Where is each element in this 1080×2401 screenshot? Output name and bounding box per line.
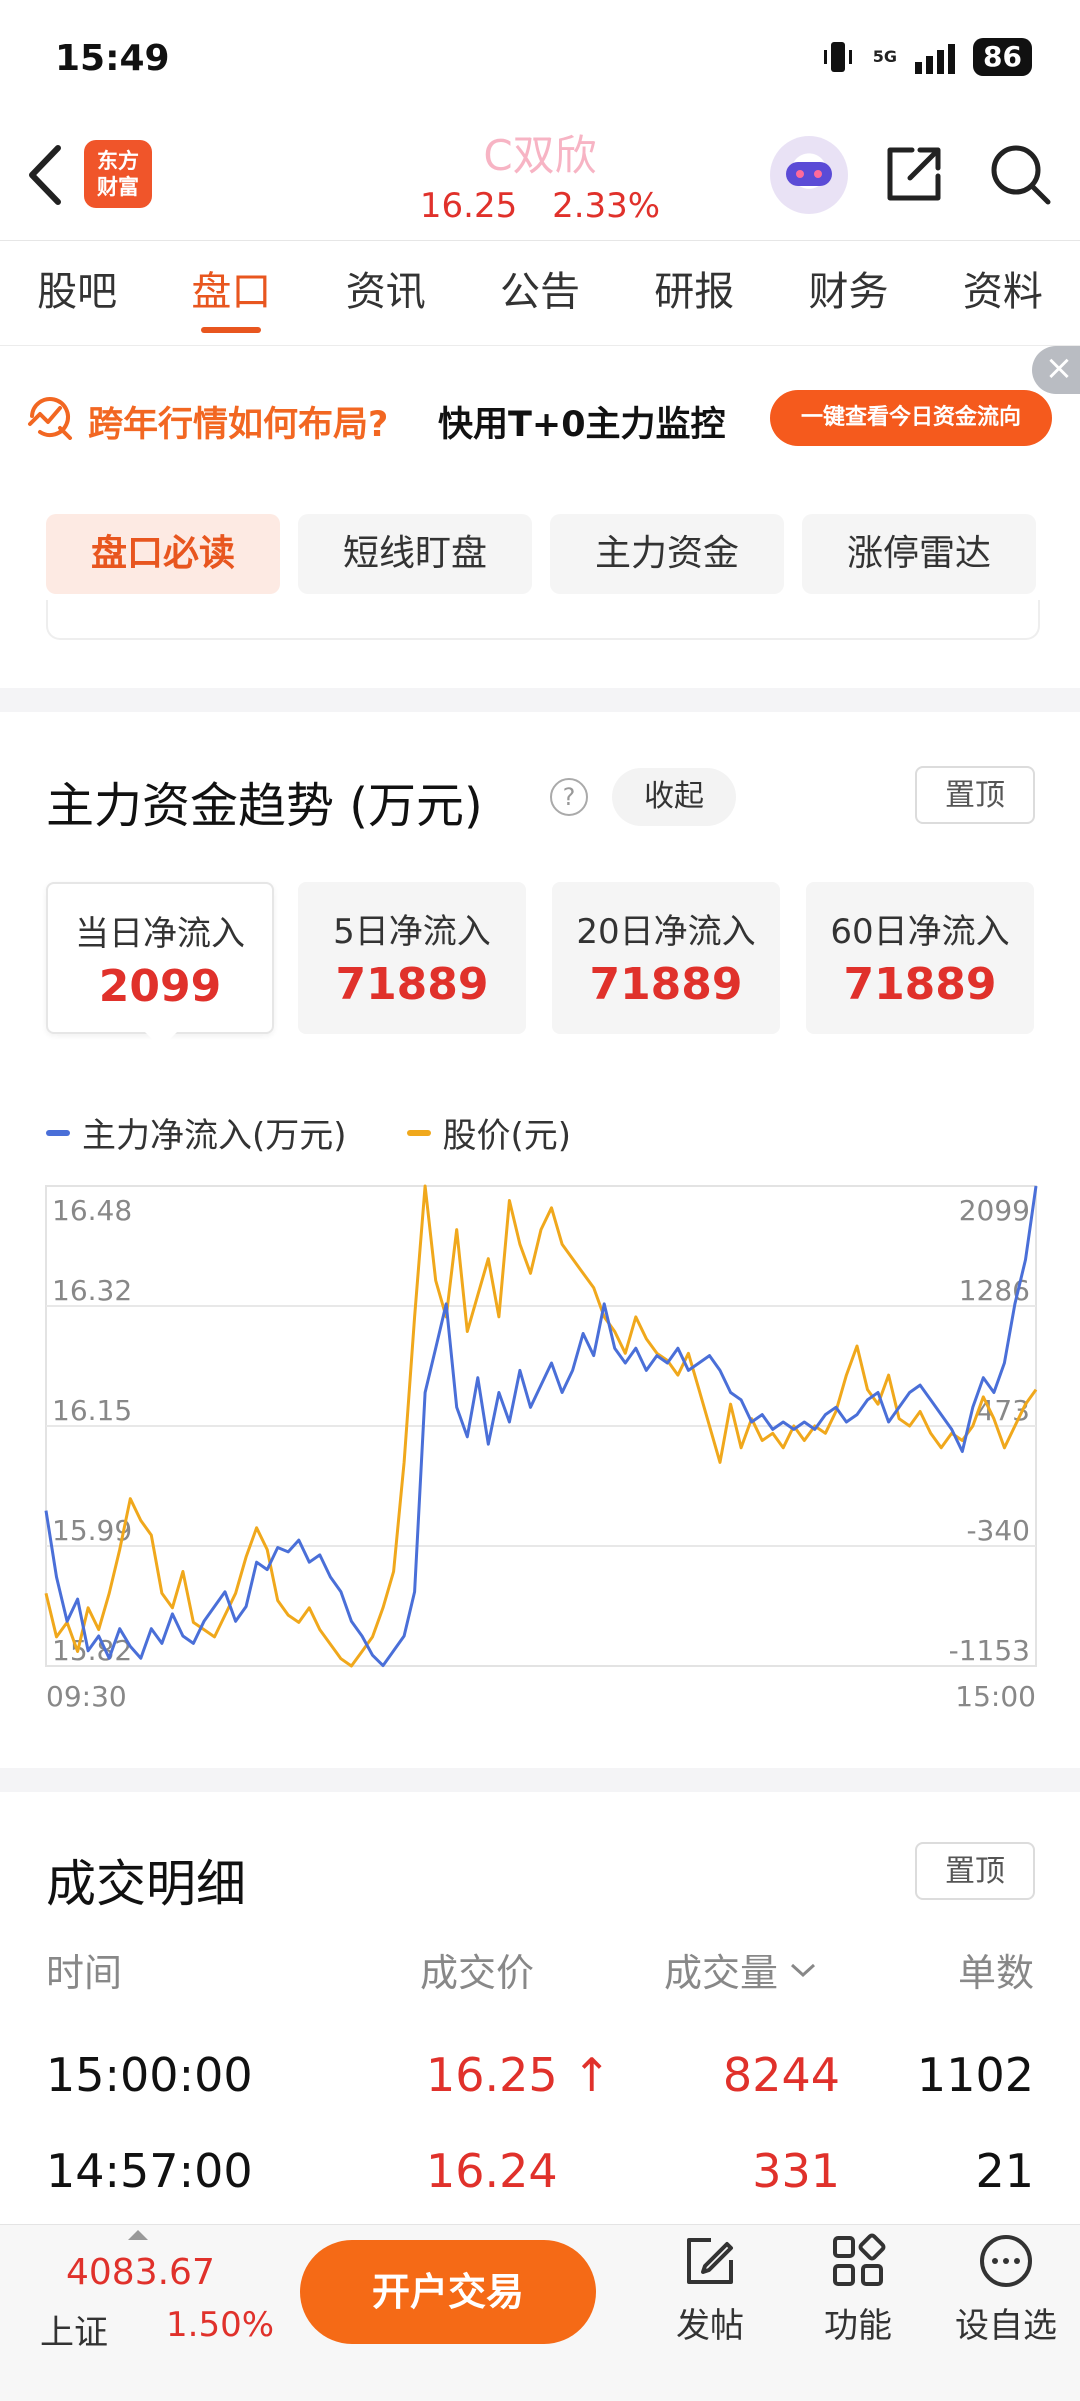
- legend-flow-swatch: [46, 1129, 70, 1136]
- stock-price: 16.25: [419, 186, 518, 226]
- grid-icon: [833, 2233, 886, 2286]
- functions-button[interactable]: 功能: [798, 2232, 918, 2347]
- subtab-must-read[interactable]: 盘口必读: [46, 514, 280, 594]
- tab-announcements[interactable]: 公告: [463, 240, 617, 345]
- add-watchlist-label: 设自选: [955, 2306, 1057, 2346]
- flow-card-value: 71889: [335, 959, 489, 1010]
- tab-bar: 股吧 盘口 资讯 公告 研报 财务 资料: [0, 240, 1080, 345]
- trade-count: 21: [975, 2144, 1034, 2198]
- trade-count: 1102: [916, 2048, 1034, 2102]
- flow-card-value: 2099: [98, 961, 222, 1012]
- tab-guba[interactable]: 股吧: [0, 240, 154, 345]
- x-axis-start: 09:30: [46, 1680, 127, 1710]
- trend-chart-icon: [28, 397, 72, 440]
- index-change[interactable]: 1.50%: [166, 2305, 274, 2345]
- header-volume-label: 成交量: [664, 1951, 779, 1995]
- flow-card-value: 71889: [589, 959, 743, 1010]
- tab-finance[interactable]: 财务: [771, 240, 925, 345]
- pin-to-top-button[interactable]: 置顶: [915, 766, 1035, 824]
- header-time: 时间: [46, 1951, 123, 1995]
- left-axis-tick: 16.32: [52, 1274, 132, 1307]
- promo-headline: 跨年行情如何布局?: [88, 405, 389, 445]
- right-axis-tick: -340: [966, 1514, 1030, 1547]
- subtab-main-funds[interactable]: 主力资金: [550, 514, 784, 594]
- subtab-card-edge: [46, 600, 1040, 640]
- battery-indicator: 86: [973, 38, 1032, 76]
- section-separator: [0, 1768, 1080, 1792]
- functions-label: 功能: [824, 2306, 892, 2346]
- chevron-down-icon: [791, 1963, 816, 1977]
- add-watchlist-button[interactable]: 设自选: [946, 2232, 1066, 2347]
- flow-card-label: 60日净流入: [830, 912, 1010, 952]
- header-count: 单数: [957, 1951, 1034, 1995]
- legend-flow: 主力净流入(万元): [46, 1108, 347, 1157]
- right-axis-tick: 2099: [959, 1194, 1030, 1227]
- flow-card-today[interactable]: 当日净流入 2099: [46, 882, 274, 1034]
- status-time: 15:49: [55, 38, 170, 79]
- x-axis-end: 15:00: [955, 1680, 1036, 1710]
- fund-trend-chart[interactable]: 16.48 209916.32 128616.15 47315.99 -34015.82…: [0, 1170, 1080, 1710]
- trade-volume: 8244: [722, 2048, 840, 2102]
- more-icon: [980, 2235, 1032, 2287]
- trade-price: 16.25 ↑: [426, 2048, 611, 2102]
- selected-card-caret: [145, 1032, 177, 1048]
- subtab-short-term[interactable]: 短线盯盘: [298, 514, 532, 594]
- expand-index-icon[interactable]: [128, 2230, 148, 2240]
- header-price: 成交价: [420, 1951, 535, 1995]
- share-icon[interactable]: [882, 142, 946, 206]
- trades-title: 成交明细: [46, 1855, 246, 1913]
- legend-flow-label: 主力净流入(万元): [82, 1116, 347, 1156]
- index-value[interactable]: 4083.67: [66, 2252, 215, 2293]
- header-volume[interactable]: 成交量: [664, 1942, 818, 1997]
- legend-price: 股价(元): [406, 1108, 572, 1157]
- vibrate-icon: [823, 42, 852, 72]
- flow-card-value: 71889: [843, 959, 997, 1010]
- up-arrow-icon: ↑: [572, 2048, 611, 2102]
- left-axis-tick: 16.48: [52, 1194, 132, 1227]
- trades-pin-button[interactable]: 置顶: [915, 1842, 1035, 1900]
- post-label: 发帖: [676, 2306, 744, 2346]
- right-axis-tick: -1153: [949, 1634, 1030, 1667]
- trade-price: 16.24: [426, 2144, 558, 2198]
- index-name[interactable]: 上证: [40, 2305, 108, 2354]
- fund-trend-title: 主力资金趋势 (万元): [46, 778, 483, 834]
- promo-subheadline: 快用T+0主力监控: [438, 405, 726, 445]
- flow-card-60d[interactable]: 60日净流入 71889: [806, 882, 1034, 1034]
- promo-banner[interactable]: × 跨年行情如何布局? 快用T+0主力监控 一键查看今日资金流向: [0, 346, 1080, 476]
- status-icons: 5G 86: [821, 38, 1032, 76]
- tab-news[interactable]: 资讯: [309, 240, 463, 345]
- close-icon[interactable]: ×: [1032, 346, 1080, 394]
- ai-assistant-icon[interactable]: [770, 136, 848, 214]
- flow-card-label: 5日净流入: [333, 912, 491, 952]
- trade-time: 14:57:00: [46, 2144, 253, 2198]
- help-icon[interactable]: ?: [550, 778, 588, 816]
- trade-price-value: 16.25: [426, 2048, 558, 2102]
- flow-card-20d[interactable]: 20日净流入 71889: [552, 882, 780, 1034]
- section-separator: [0, 688, 1080, 712]
- signal-icon: [915, 40, 956, 74]
- network-label: 5G: [872, 47, 898, 66]
- stock-change-pct: 2.33%: [552, 186, 661, 226]
- flow-card-label: 20日净流入: [576, 912, 756, 952]
- left-axis-tick: 15.82: [52, 1634, 132, 1667]
- flow-card-5d[interactable]: 5日净流入 71889: [298, 882, 526, 1034]
- post-button[interactable]: 发帖: [650, 2232, 770, 2347]
- flow-card-label: 当日净流入: [75, 914, 245, 954]
- search-icon[interactable]: [988, 142, 1054, 208]
- legend-price-label: 股价(元): [442, 1116, 572, 1156]
- subtab-limit-up-radar[interactable]: 涨停雷达: [802, 514, 1036, 594]
- open-account-trade-button[interactable]: 开户交易: [300, 2240, 596, 2344]
- legend-price-swatch: [406, 1129, 431, 1136]
- trade-volume: 331: [752, 2144, 840, 2198]
- trade-time: 15:00:00: [46, 2048, 253, 2102]
- left-axis-tick: 16.15: [52, 1394, 132, 1427]
- tab-profile[interactable]: 资料: [926, 240, 1080, 345]
- collapse-button[interactable]: 收起: [612, 768, 736, 826]
- chart-legend: 主力净流入(万元) 股价(元): [46, 1108, 571, 1157]
- tab-pankou[interactable]: 盘口: [154, 240, 308, 345]
- view-fund-flow-button[interactable]: 一键查看今日资金流向: [770, 390, 1052, 446]
- edit-icon: [687, 2238, 733, 2284]
- tab-research[interactable]: 研报: [617, 240, 771, 345]
